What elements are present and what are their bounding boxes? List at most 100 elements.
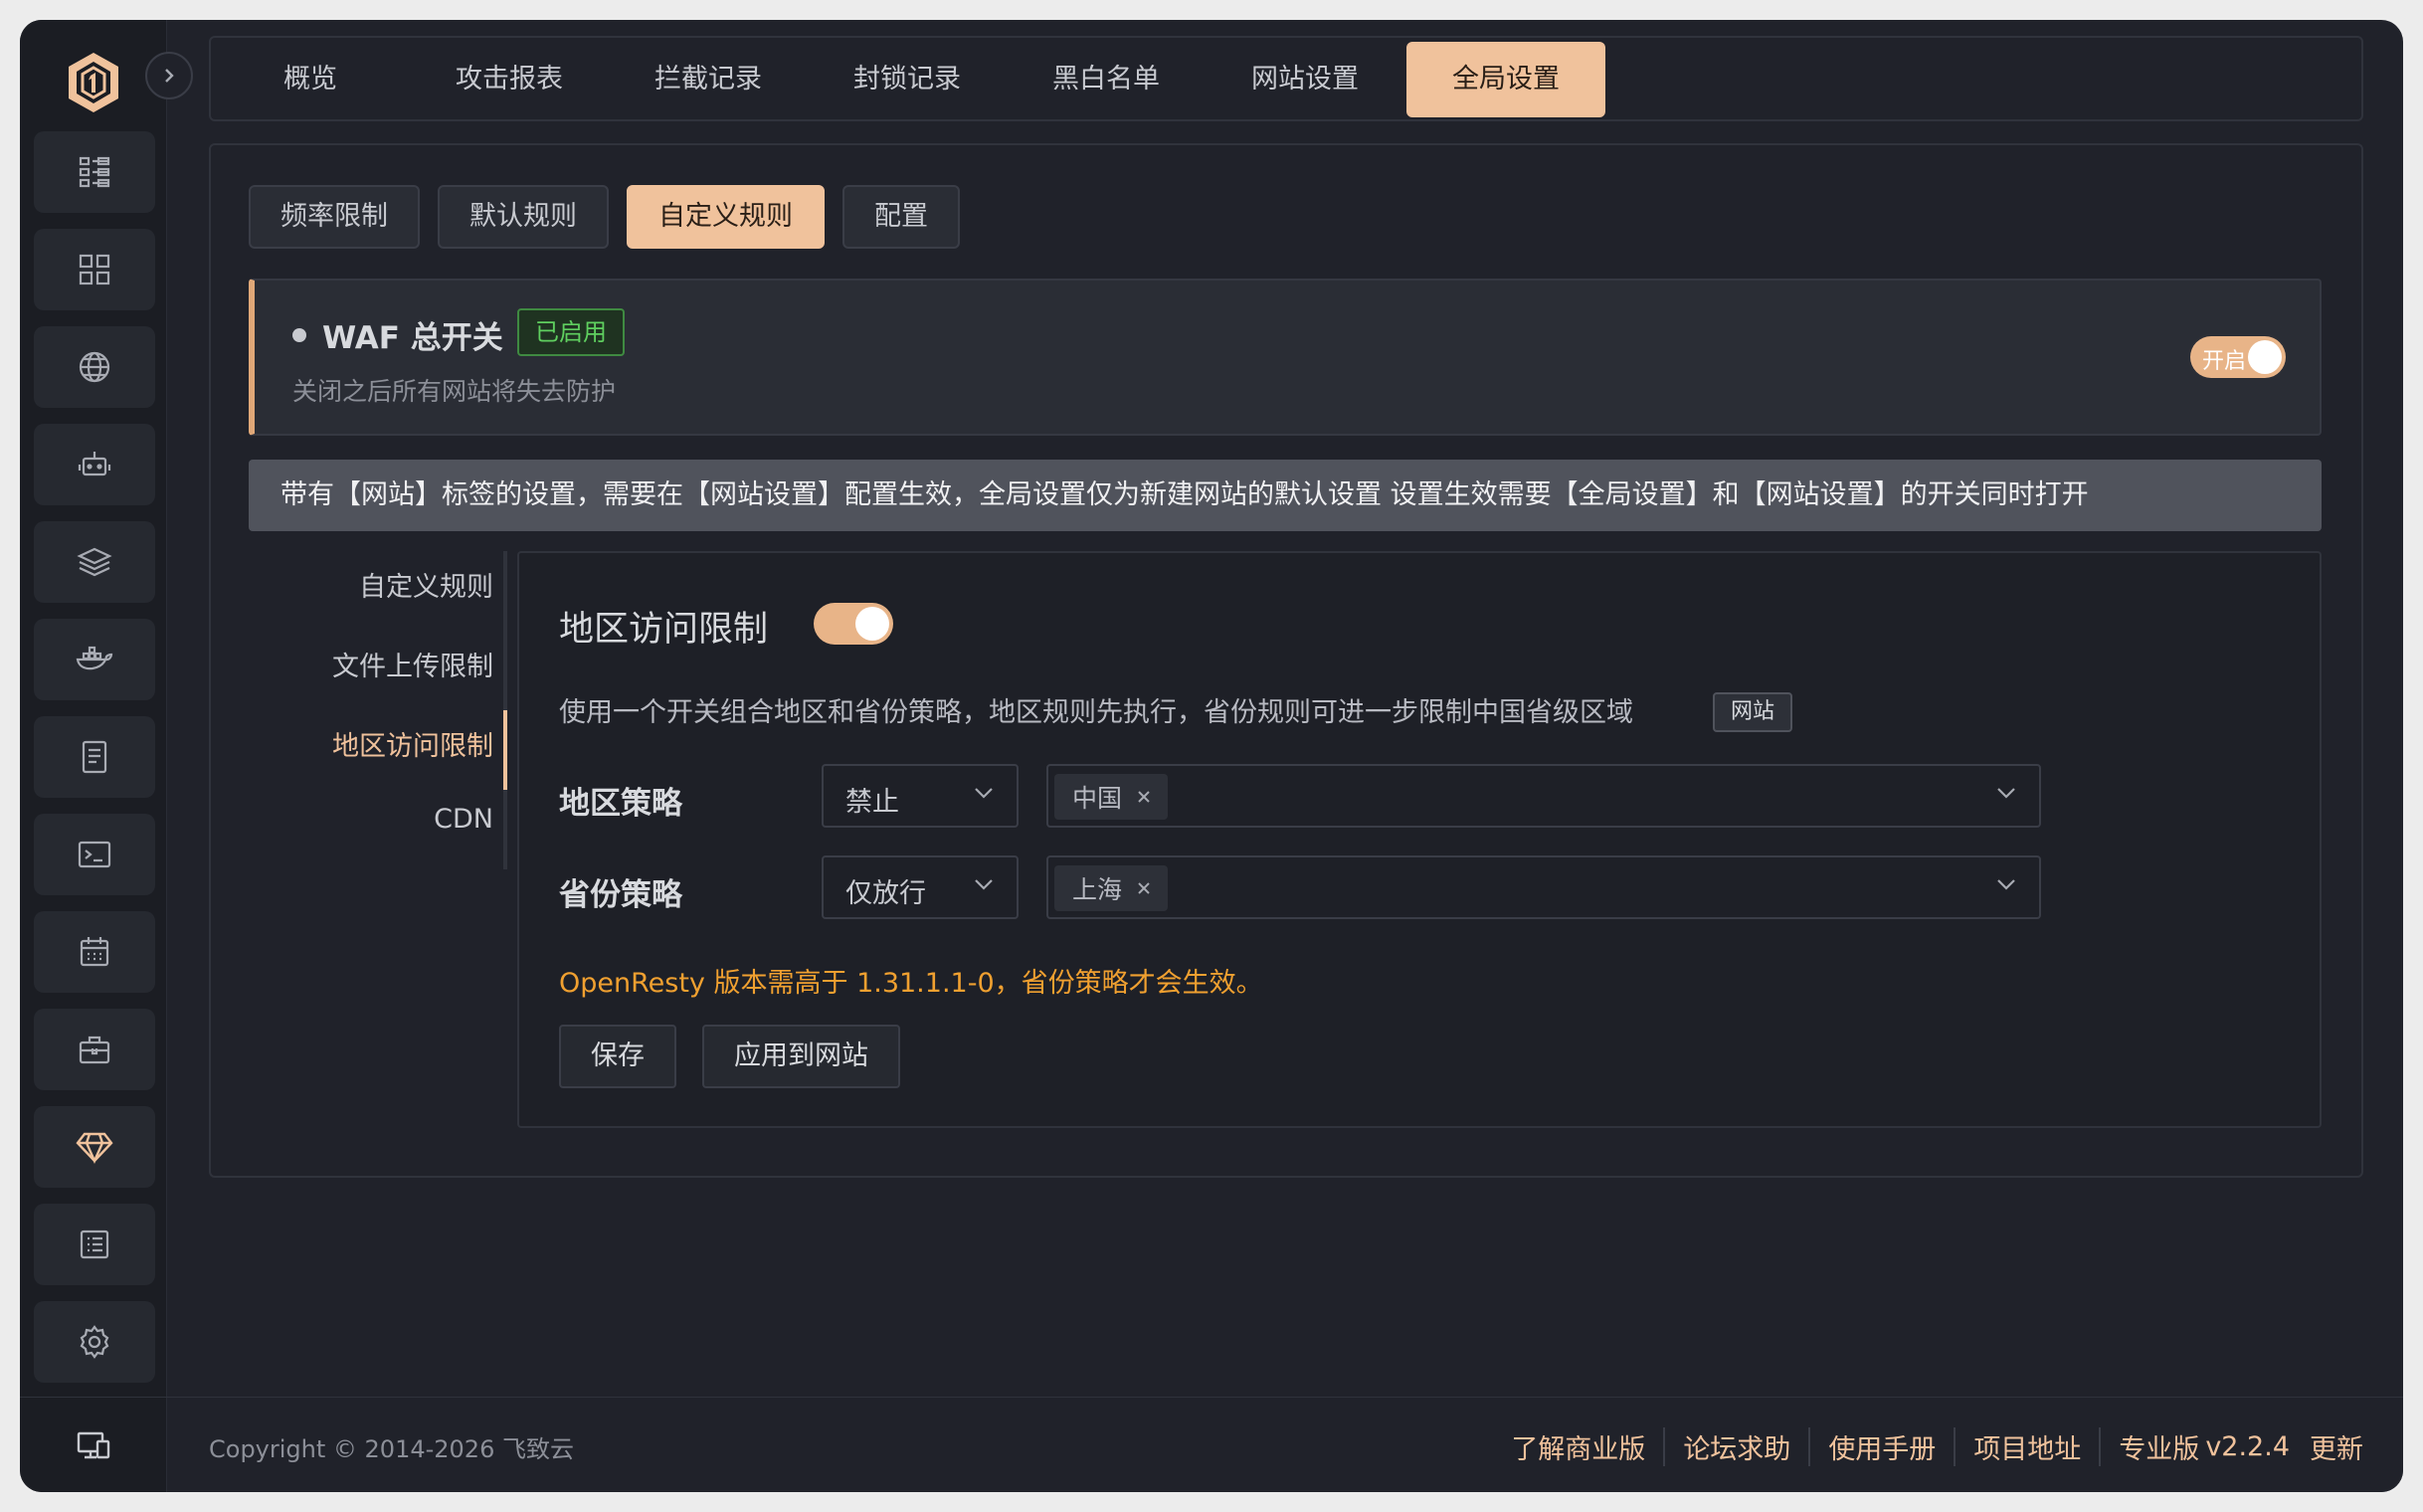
menu-item-custom-rules[interactable]: 自定义规则 bbox=[235, 565, 493, 604]
sidebar-item-pro[interactable] bbox=[34, 1106, 155, 1188]
link-manual[interactable]: 使用手册 bbox=[1810, 1427, 1957, 1466]
sidebar-item-logs[interactable] bbox=[34, 1204, 155, 1285]
province-chip-label: 上海 bbox=[1072, 875, 1123, 904]
sidebar bbox=[20, 20, 167, 1492]
chevron-down-icon bbox=[975, 879, 993, 890]
layers-icon bbox=[77, 547, 112, 577]
section-description: 使用一个开关组合地区和省份策略，地区规则先执行，省份规则可进一步限制中国省级区域 bbox=[559, 697, 1633, 728]
chevron-down-icon bbox=[1997, 879, 2015, 890]
waf-toggle-label: 开启 bbox=[2202, 349, 2247, 374]
tab-website-settings[interactable]: 网站设置 bbox=[1206, 42, 1404, 117]
robot-icon bbox=[78, 452, 111, 476]
sidebar-item-containers[interactable] bbox=[34, 619, 155, 700]
sidebar-item-cron[interactable] bbox=[34, 911, 155, 993]
menu-divider bbox=[503, 551, 507, 869]
sidebar-item-databases[interactable] bbox=[34, 521, 155, 603]
tab-block-log[interactable]: 封锁记录 bbox=[808, 42, 1007, 117]
copyright: Copyright © 2014-2026 飞致云 bbox=[209, 1435, 574, 1463]
log-icon bbox=[80, 1229, 109, 1259]
main-area: 概览 攻击报表 拦截记录 封锁记录 黑白名单 网站设置 全局设置 频率限制 默认… bbox=[167, 20, 2403, 1492]
sidebar-bottom[interactable] bbox=[20, 1397, 167, 1492]
terminal-icon bbox=[78, 841, 111, 868]
update-link[interactable]: 更新 bbox=[2302, 1427, 2363, 1466]
sidebar-item-terminal[interactable] bbox=[34, 814, 155, 895]
sidebar-item-apps[interactable] bbox=[34, 229, 155, 310]
geo-restriction-panel: 地区访问限制 使用一个开关组合地区和省份策略，地区规则先执行，省份规则可进一步限… bbox=[517, 551, 2322, 1128]
calendar-icon bbox=[80, 937, 109, 967]
sidebar-item-settings[interactable] bbox=[34, 1301, 155, 1383]
diamond-icon bbox=[76, 1132, 113, 1164]
waf-description: 关闭之后所有网站将失去防护 bbox=[292, 377, 617, 406]
subtabs: 频率限制 默认规则 自定义规则 配置 bbox=[249, 185, 960, 249]
toolbox-icon bbox=[79, 1036, 110, 1064]
region-chip-label: 中国 bbox=[1072, 784, 1123, 813]
region-policy-value: 禁止 bbox=[845, 787, 899, 818]
apply-to-website-button[interactable]: 应用到网站 bbox=[702, 1025, 900, 1088]
tab-black-white-list[interactable]: 黑白名单 bbox=[1007, 42, 1206, 117]
province-policy-value: 仅放行 bbox=[845, 878, 926, 909]
subtab-config[interactable]: 配置 bbox=[842, 185, 960, 249]
geo-toggle[interactable] bbox=[814, 603, 893, 645]
rule-menu: 自定义规则 文件上传限制 地区访问限制 CDN bbox=[249, 551, 507, 869]
chevron-down-icon bbox=[975, 788, 993, 799]
menu-active-indicator bbox=[503, 710, 507, 790]
menu-item-cdn[interactable]: CDN bbox=[235, 804, 493, 835]
province-multiselect[interactable]: 上海 bbox=[1046, 855, 2041, 919]
notice-banner: 带有【网站】标签的设置，需要在【网站设置】配置生效，全局设置仅为新建网站的默认设… bbox=[249, 460, 2322, 531]
footer: Copyright © 2014-2026 飞致云 了解商业版 论坛求助 使用手… bbox=[167, 1397, 2403, 1492]
geo-toggle-knob bbox=[855, 607, 889, 641]
subtab-rate-limit[interactable]: 频率限制 bbox=[249, 185, 420, 249]
menu-item-geo-restriction[interactable]: 地区访问限制 bbox=[235, 724, 493, 763]
grid-icon bbox=[79, 254, 110, 285]
waf-title: WAF 总开关 bbox=[322, 320, 503, 356]
region-multiselect[interactable]: 中国 bbox=[1046, 764, 2041, 828]
menu-item-upload-limit[interactable]: 文件上传限制 bbox=[235, 645, 493, 683]
region-chip: 中国 bbox=[1054, 774, 1169, 820]
link-commercial[interactable]: 了解商业版 bbox=[1493, 1427, 1666, 1466]
version-warning: OpenResty 版本需高于 1.31.1.1-0，省份策略才会生效。 bbox=[559, 968, 1263, 999]
province-policy-select[interactable]: 仅放行 bbox=[822, 855, 1019, 919]
province-policy-label: 省份策略 bbox=[559, 877, 682, 913]
section-title: 地区访问限制 bbox=[559, 610, 769, 650]
region-policy-select[interactable]: 禁止 bbox=[822, 764, 1019, 828]
website-tag: 网站 bbox=[1713, 692, 1793, 732]
sidebar-item-ai[interactable] bbox=[34, 424, 155, 505]
subtab-custom-rules[interactable]: 自定义规则 bbox=[627, 185, 825, 249]
sidebar-item-dashboard[interactable] bbox=[34, 131, 155, 213]
version-label: v2.2.4 bbox=[2205, 1431, 2290, 1462]
sidebar-item-websites[interactable] bbox=[34, 326, 155, 408]
link-forum[interactable]: 论坛求助 bbox=[1665, 1427, 1811, 1466]
waf-status-dot bbox=[292, 328, 306, 342]
docker-icon bbox=[76, 646, 113, 670]
chevron-right-icon bbox=[165, 69, 174, 83]
globe-icon bbox=[79, 351, 110, 383]
app-logo[interactable] bbox=[64, 50, 123, 115]
status-badge: 已启用 bbox=[517, 308, 625, 356]
settings-panel: 频率限制 默认规则 自定义规则 配置 WAF 总开关 已启用 关闭之后所有网站将… bbox=[209, 143, 2363, 1178]
top-nav: 概览 攻击报表 拦截记录 封锁记录 黑白名单 网站设置 全局设置 bbox=[209, 36, 2363, 121]
settings-icon bbox=[80, 1325, 109, 1359]
monitor-icon bbox=[77, 1431, 110, 1458]
close-icon[interactable] bbox=[1136, 880, 1152, 896]
sidebar-toggle-button[interactable] bbox=[145, 52, 193, 99]
waf-toggle-knob bbox=[2248, 340, 2282, 374]
waf-toggle[interactable]: 开启 bbox=[2190, 336, 2286, 378]
sidebar-item-toolbox[interactable] bbox=[34, 1009, 155, 1090]
link-project[interactable]: 项目地址 bbox=[1956, 1427, 2102, 1466]
subtab-default-rules[interactable]: 默认规则 bbox=[438, 185, 609, 249]
link-pro-edition[interactable]: 专业版 bbox=[2101, 1427, 2205, 1466]
close-icon[interactable] bbox=[1136, 789, 1152, 805]
footer-links: 了解商业版 论坛求助 使用手册 项目地址 专业版 v2.2.4 更新 bbox=[1493, 1427, 2363, 1466]
region-policy-label: 地区策略 bbox=[559, 786, 682, 822]
dashboard-list-icon bbox=[79, 156, 110, 188]
app-window: 概览 攻击报表 拦截记录 封锁记录 黑白名单 网站设置 全局设置 频率限制 默认… bbox=[20, 20, 2403, 1492]
tab-overview[interactable]: 概览 bbox=[211, 42, 410, 117]
save-button[interactable]: 保存 bbox=[559, 1025, 676, 1088]
tab-global-settings[interactable]: 全局设置 bbox=[1406, 42, 1605, 117]
tab-intercept-log[interactable]: 拦截记录 bbox=[609, 42, 808, 117]
file-icon bbox=[82, 740, 107, 774]
province-chip: 上海 bbox=[1054, 865, 1169, 911]
waf-switch-card: WAF 总开关 已启用 关闭之后所有网站将失去防护 开启 bbox=[249, 279, 2322, 436]
tab-attack-report[interactable]: 攻击报表 bbox=[410, 42, 609, 117]
sidebar-item-files[interactable] bbox=[34, 716, 155, 798]
